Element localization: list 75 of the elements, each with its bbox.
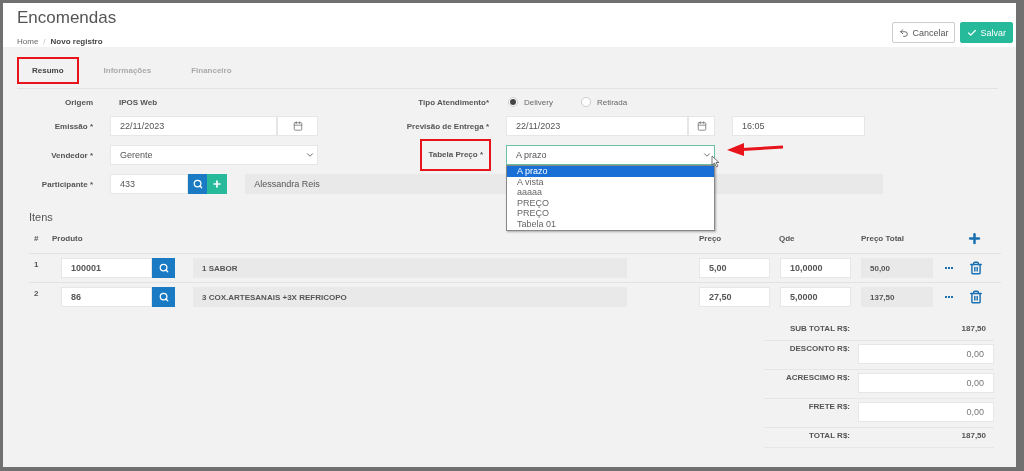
total-label: FRETE R$: xyxy=(807,402,850,411)
price-field[interactable]: 27,50 xyxy=(699,287,770,307)
breadcrumb-item[interactable]: Home xyxy=(17,37,39,46)
plus-icon xyxy=(212,179,223,189)
check-icon xyxy=(967,27,978,38)
radio-label: Delivery xyxy=(524,97,553,107)
dropdown-option[interactable]: aaaaa xyxy=(507,187,714,198)
search-button[interactable] xyxy=(152,258,175,278)
field-label: Emissão * xyxy=(54,121,93,131)
amount-field[interactable]: 0,00 xyxy=(858,373,994,393)
column-header: Qde xyxy=(779,233,795,243)
date-field[interactable]: 22/11/2023 xyxy=(506,116,688,136)
product-description-field: 1 SABOR xyxy=(193,258,627,278)
row-number: 1 xyxy=(33,260,39,269)
field-label: Origem xyxy=(65,97,93,107)
delete-icon[interactable] xyxy=(969,290,983,304)
page-title: Encomendas xyxy=(17,8,117,28)
chevron-icon xyxy=(305,150,315,160)
amount-field[interactable]: 0,00 xyxy=(858,344,994,364)
radio-button[interactable] xyxy=(580,97,591,107)
calendar-icon[interactable] xyxy=(688,116,715,136)
add-icon[interactable] xyxy=(967,230,982,246)
row-number: 2 xyxy=(33,289,39,298)
radio-button[interactable] xyxy=(508,97,518,107)
origin-value: IPOS Web xyxy=(118,97,159,107)
add-button[interactable] xyxy=(207,174,228,194)
tab[interactable]: Resumo xyxy=(17,57,79,84)
product-code-field[interactable]: 86 xyxy=(61,287,152,307)
total-label: SUB TOTAL R$: xyxy=(789,324,850,333)
cancel-button[interactable]: Cancelar xyxy=(892,22,956,43)
column-header: Preço Total xyxy=(861,233,904,243)
amount-field[interactable]: 0,00 xyxy=(858,402,994,422)
quantity-field[interactable]: 5,0000 xyxy=(780,287,851,307)
time-field[interactable]: 16:05 xyxy=(732,116,865,136)
seller-select[interactable]: Gerente xyxy=(110,145,318,165)
calendar-icon[interactable] xyxy=(277,116,318,136)
search-icon xyxy=(158,292,169,302)
date-field[interactable]: 22/11/2023 xyxy=(110,116,277,136)
search-button[interactable] xyxy=(152,287,175,307)
search-icon xyxy=(158,263,169,273)
column-header: Preço xyxy=(699,233,722,243)
dropdown-option[interactable]: A vista xyxy=(507,176,714,188)
product-code-field[interactable]: 100001 xyxy=(61,258,152,278)
search-button[interactable] xyxy=(187,174,208,194)
field-label: Vendedor * xyxy=(51,150,93,160)
breadcrumb-item: Novo registro xyxy=(50,37,103,46)
search-icon xyxy=(192,179,203,189)
total-label: DESCONTO R$: xyxy=(788,344,850,353)
field-label: Participante * xyxy=(41,179,93,189)
delete-icon[interactable] xyxy=(969,261,983,275)
total-value: 187,50 xyxy=(961,431,987,440)
column-header: Produto xyxy=(52,233,83,243)
column-header: # xyxy=(33,233,39,243)
dropdown-option[interactable]: A prazo xyxy=(507,166,714,177)
field-label: Previsão de Entrega * xyxy=(406,121,489,131)
radio-label: Retirada xyxy=(596,97,628,107)
dropdown-option[interactable]: PREÇO xyxy=(507,208,714,219)
total-label: ACRESCIMO R$: xyxy=(785,373,850,382)
dropdown-option[interactable]: Tabela 01 xyxy=(507,218,714,230)
dropdown-option[interactable]: PREÇO xyxy=(507,197,714,209)
total-label: TOTAL R$: xyxy=(808,431,850,440)
quantity-field[interactable]: 10,0000 xyxy=(780,258,851,278)
section-title: Itens xyxy=(29,211,53,223)
total-value: 187,50 xyxy=(961,324,987,333)
price-field[interactable]: 5,00 xyxy=(699,258,770,278)
breadcrumb-separator: / xyxy=(43,37,46,46)
total-price-field: 50,00 xyxy=(861,258,933,278)
field-label: Tipo Atendimento* xyxy=(418,97,489,107)
product-description-field: 3 COX.ARTESANAIS +3X REFRICOPO xyxy=(193,287,627,307)
total-price-field: 137,50 xyxy=(861,287,933,307)
chevron-icon xyxy=(702,150,712,160)
participant-code-field[interactable]: 433 xyxy=(110,174,188,194)
price-table-select[interactable]: A prazo xyxy=(506,145,715,165)
field-label: Tabela Preço * xyxy=(420,139,491,171)
undo-icon xyxy=(899,27,910,38)
